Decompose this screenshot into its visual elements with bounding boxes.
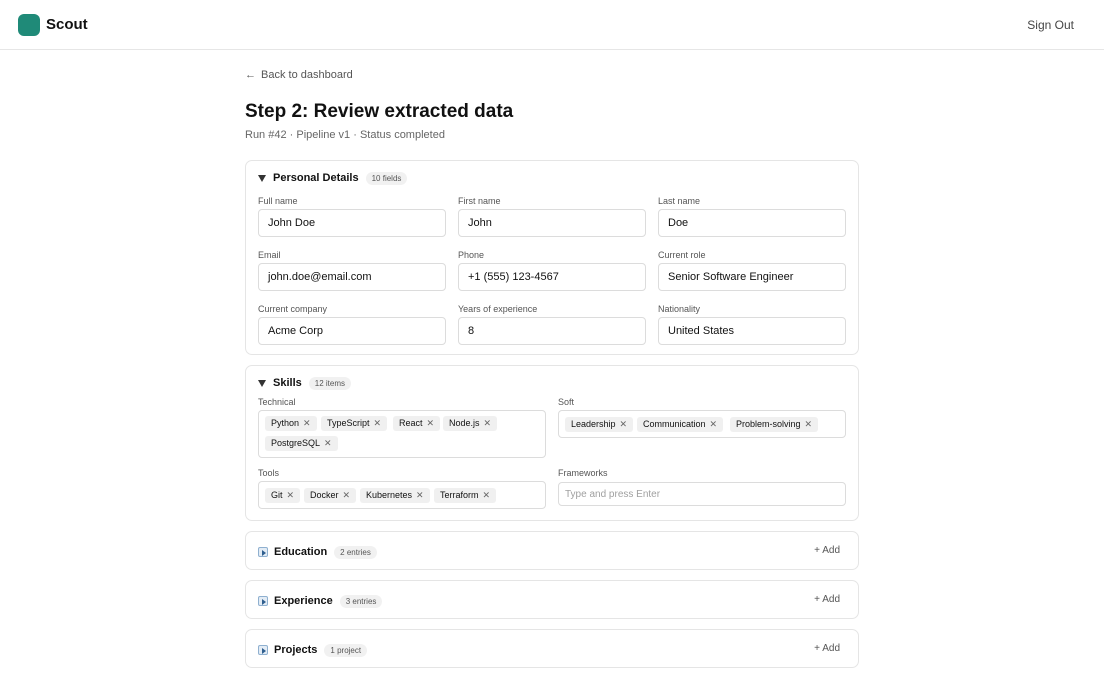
phone-input[interactable]: +1 (555) 123-4567 <box>458 263 646 291</box>
projects-card: Projects 1 project + Add <box>245 629 859 668</box>
education-header[interactable]: Education 2 entries <box>258 544 377 560</box>
run-subtitle: Run #42 · Pipeline v1 · Status completed <box>245 129 445 141</box>
app-name: Scout <box>46 16 88 33</box>
frameworks-input[interactable] <box>558 482 846 506</box>
remove-tag-icon[interactable]: ✕ <box>416 490 424 500</box>
skills-card: Skills 12 items Technical Python ✕ TypeSc… <box>245 365 859 521</box>
soft-skills-input[interactable]: Leadership ✕ Communication ✕ Problem-solvi… <box>558 410 846 438</box>
full-name-label: Full name <box>258 196 298 206</box>
tools-input[interactable]: Git ✕ Docker ✕ Kubernetes ✕ Terraform ✕ <box>258 481 546 509</box>
skill-tag: Python ✕ <box>265 416 317 431</box>
add-education-button[interactable]: + Add <box>814 545 840 556</box>
remove-tag-icon[interactable]: ✕ <box>427 418 435 428</box>
email-input[interactable]: john.doe@email.com <box>258 263 446 291</box>
section-title: Projects <box>274 644 318 656</box>
entry-count-badge: 3 entries <box>339 594 383 608</box>
remove-tag-icon[interactable]: ✕ <box>324 438 332 448</box>
current-company-label: Current company <box>258 304 328 314</box>
last-name-label: Last name <box>658 196 701 206</box>
item-count-badge: 12 items <box>308 376 351 390</box>
years-experience-label: Years of experience <box>458 304 538 314</box>
experience-header[interactable]: Experience 3 entries <box>258 593 383 609</box>
skill-tag: Terraform ✕ <box>434 488 497 503</box>
tools-label: Tools <box>258 468 280 478</box>
back-to-dashboard-link[interactable]: ← Back to dashboard <box>245 69 353 81</box>
technical-skills-input[interactable]: Python ✕ TypeScript ✕ React ✕ Node.js ✕ Post… <box>258 410 546 458</box>
first-name-label: First name <box>458 196 501 206</box>
expand-arrow-icon <box>258 596 268 606</box>
technical-label: Technical <box>258 397 296 407</box>
scout-logo-icon <box>18 14 40 36</box>
skill-tag: Git ✕ <box>265 488 301 503</box>
nationality-label: Nationality <box>658 304 701 314</box>
section-title: Experience <box>274 595 333 607</box>
skill-tag: Node.js ✕ <box>443 416 498 431</box>
remove-tag-icon[interactable]: ✕ <box>374 418 382 428</box>
years-experience-input[interactable]: 8 <box>458 317 646 345</box>
expand-arrow-icon <box>258 547 268 557</box>
remove-tag-icon[interactable]: ✕ <box>484 418 492 428</box>
remove-tag-icon[interactable]: ✕ <box>620 419 628 429</box>
section-title: Skills <box>273 377 302 389</box>
remove-tag-icon[interactable]: ✕ <box>483 490 491 500</box>
field-count-badge: 10 fields <box>365 171 408 185</box>
back-link-label: Back to dashboard <box>261 69 353 81</box>
sign-out-button[interactable]: Sign Out <box>1027 18 1074 32</box>
frameworks-label: Frameworks <box>558 468 608 478</box>
section-title: Education <box>274 546 328 558</box>
phone-label: Phone <box>458 250 485 260</box>
current-role-input[interactable]: Senior Software Engineer <box>658 263 846 291</box>
current-company-input[interactable]: Acme Corp <box>258 317 446 345</box>
skill-tag: TypeScript ✕ <box>321 416 388 431</box>
remove-tag-icon[interactable]: ✕ <box>805 419 813 429</box>
section-title: Personal Details <box>273 172 359 184</box>
skill-tag: Leadership ✕ <box>565 417 634 432</box>
email-label: Email <box>258 250 281 260</box>
skill-tag: Docker ✕ <box>304 488 357 503</box>
collapse-triangle-icon <box>258 379 266 387</box>
expand-arrow-icon <box>258 645 268 655</box>
personal-details-card: Personal Details 10 fields Full name Joh… <box>245 160 859 355</box>
skill-tag: Problem-solving ✕ <box>730 417 819 432</box>
current-role-label: Current role <box>658 250 706 260</box>
entry-count-badge: 2 entries <box>334 545 377 559</box>
skill-tag: PostgreSQL ✕ <box>265 436 338 451</box>
page-title: Step 2: Review extracted data <box>245 101 514 122</box>
arrow-left-icon: ← <box>245 69 256 81</box>
skill-tag: Communication ✕ <box>637 417 724 432</box>
skill-tag: Kubernetes ✕ <box>360 488 430 503</box>
remove-tag-icon[interactable]: ✕ <box>710 419 718 429</box>
education-card: Education 2 entries + Add <box>245 531 859 570</box>
nationality-input[interactable]: United States <box>658 317 846 345</box>
add-project-button[interactable]: + Add <box>814 643 840 654</box>
remove-tag-icon[interactable]: ✕ <box>287 490 295 500</box>
top-bar: Scout Sign Out <box>0 0 1104 50</box>
add-experience-button[interactable]: + Add <box>814 594 840 605</box>
personal-details-header[interactable]: Personal Details 10 fields <box>258 170 408 186</box>
soft-label: Soft <box>558 397 575 407</box>
remove-tag-icon[interactable]: ✕ <box>303 418 311 428</box>
projects-header[interactable]: Projects 1 project <box>258 642 368 658</box>
skill-tag: React ✕ <box>393 416 441 431</box>
last-name-input[interactable]: Doe <box>658 209 846 237</box>
entry-count-badge: 1 project <box>324 643 368 657</box>
skills-header[interactable]: Skills 12 items <box>258 375 351 391</box>
full-name-input[interactable]: John Doe <box>258 209 446 237</box>
remove-tag-icon[interactable]: ✕ <box>343 490 351 500</box>
first-name-input[interactable]: John <box>458 209 646 237</box>
collapse-triangle-icon <box>258 174 266 182</box>
experience-card: Experience 3 entries + Add <box>245 580 859 619</box>
